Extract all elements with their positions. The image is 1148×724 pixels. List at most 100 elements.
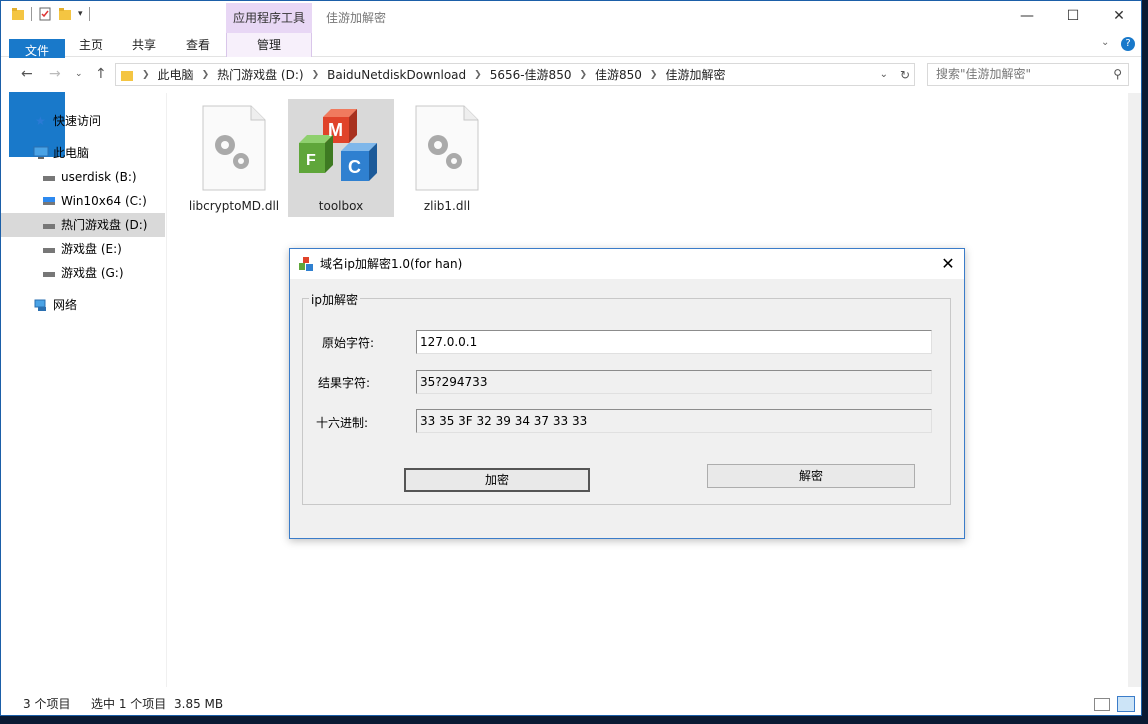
crypto-dialog: 域名ip加解密1.0(for han) ✕ ip加解密 原始字符: 127.0.… xyxy=(289,248,965,539)
ribbon-tabs: 文件 主页 共享 查看 管理 ⌄ ? xyxy=(1,33,1141,157)
address-dropdown-icon[interactable]: ⌄ xyxy=(880,69,888,80)
tab-view[interactable]: 查看 xyxy=(171,33,225,57)
breadcrumb-item[interactable]: 佳游850 xyxy=(595,66,642,83)
hex-field[interactable]: 33 35 3F 32 39 34 37 33 33 xyxy=(416,409,932,433)
chevron-right-icon[interactable]: ❯ xyxy=(474,70,482,80)
crypto-groupbox: ip加解密 原始字符: 127.0.0.1 结果字符: 35?294733 十六… xyxy=(302,291,951,505)
address-bar[interactable]: ❯ 此电脑 ❯ 热门游戏盘 (D:) ❯ BaiduNetdiskDownloa… xyxy=(115,63,915,86)
network-icon xyxy=(34,299,46,311)
ribbon-expand-icon[interactable]: ⌄ xyxy=(1101,37,1109,48)
nav-label: 游戏盘 (E:) xyxy=(61,242,122,256)
nav-drive-d[interactable]: 热门游戏盘 (D:) xyxy=(1,213,165,237)
original-label: 原始字符: xyxy=(322,336,375,350)
file-item[interactable]: zlib1.dll xyxy=(401,99,493,217)
maximize-button[interactable]: ☐ xyxy=(1050,1,1096,33)
new-folder-icon[interactable] xyxy=(58,7,72,21)
large-icons-view-icon[interactable] xyxy=(1117,696,1135,712)
nav-network[interactable]: 网络 xyxy=(1,293,165,317)
windows-drive-icon xyxy=(43,197,55,205)
minimize-button[interactable]: — xyxy=(1004,1,1050,33)
dll-file-icon xyxy=(202,105,266,191)
dialog-title-bar: 域名ip加解密1.0(for han) ✕ xyxy=(290,249,964,279)
properties-icon[interactable] xyxy=(38,7,52,21)
search-input[interactable]: 搜索"佳游加解密" ⚲ xyxy=(927,63,1129,86)
nav-drive-g[interactable]: 游戏盘 (G:) xyxy=(1,261,165,285)
original-input[interactable]: 127.0.0.1 xyxy=(416,330,932,354)
search-icon[interactable]: ⚲ xyxy=(1113,64,1122,85)
selection-size: 3.85 MB xyxy=(174,697,224,711)
drive-icon xyxy=(43,176,55,181)
chevron-right-icon[interactable]: ❯ xyxy=(202,70,210,80)
vertical-scrollbar[interactable] xyxy=(1128,93,1141,687)
nav-label: Win10x64 (C:) xyxy=(61,194,147,208)
folder-icon[interactable] xyxy=(11,7,25,21)
chevron-right-icon[interactable]: ❯ xyxy=(142,70,150,80)
nav-label: 此电脑 xyxy=(53,146,90,160)
dialog-title: 域名ip加解密1.0(for han) xyxy=(320,257,463,271)
divider xyxy=(31,7,32,21)
drive-icon xyxy=(43,272,55,277)
file-item-selected[interactable]: M F C toolbox xyxy=(288,99,394,217)
breadcrumb-item[interactable]: 5656-佳游850 xyxy=(490,66,572,83)
file-name: toolbox xyxy=(318,199,364,213)
nav-drive-b[interactable]: userdisk (B:) xyxy=(1,165,165,189)
breadcrumb-item[interactable]: 佳游加解密 xyxy=(665,66,725,83)
nav-label: 热门游戏盘 (D:) xyxy=(61,218,148,232)
qat-dropdown-icon[interactable]: ▾ xyxy=(78,9,83,19)
search-placeholder: 搜索"佳游加解密" xyxy=(936,67,1032,81)
mfc-app-icon: M F C xyxy=(299,109,377,181)
context-tab-group: 应用程序工具 xyxy=(226,3,312,33)
folder-icon xyxy=(121,70,133,81)
dialog-close-button[interactable]: ✕ xyxy=(932,249,964,279)
result-label: 结果字符: xyxy=(318,376,371,390)
status-bar: 3 个项目 选中 1 个项目 3.85 MB xyxy=(1,691,1141,715)
app-icon xyxy=(299,257,313,271)
quick-access-toolbar: ▾ xyxy=(11,7,90,21)
decrypt-button[interactable]: 解密 xyxy=(707,464,915,488)
help-icon[interactable]: ? xyxy=(1121,37,1135,51)
tab-share[interactable]: 共享 xyxy=(117,33,171,57)
recent-locations-icon[interactable]: ⌄ xyxy=(75,69,83,79)
star-icon: ★ xyxy=(35,114,46,128)
title-bar: ▾ 应用程序工具 佳游加解密 — ☐ ✕ xyxy=(1,1,1141,33)
window-title: 佳游加解密 xyxy=(326,11,387,25)
divider xyxy=(88,7,90,21)
nav-quick-access[interactable]: ★ 快速访问 xyxy=(1,109,165,133)
hex-label: 十六进制: xyxy=(316,416,369,430)
chevron-right-icon[interactable]: ❯ xyxy=(579,70,587,80)
nav-drive-c[interactable]: Win10x64 (C:) xyxy=(1,189,165,213)
nav-drive-e[interactable]: 游戏盘 (E:) xyxy=(1,237,165,261)
chevron-right-icon[interactable]: ❯ xyxy=(650,70,658,80)
tab-manage[interactable]: 管理 xyxy=(226,33,312,57)
encrypt-button[interactable]: 加密 xyxy=(404,468,590,492)
close-button[interactable]: ✕ xyxy=(1096,1,1141,33)
item-count: 3 个项目 xyxy=(23,697,71,711)
nav-label: 快速访问 xyxy=(53,114,102,128)
back-icon[interactable]: ← xyxy=(21,66,33,82)
file-name: zlib1.dll xyxy=(423,199,471,213)
result-field[interactable]: 35?294733 xyxy=(416,370,932,394)
nav-label: 网络 xyxy=(53,298,78,312)
file-item[interactable]: libcryptoMD.dll xyxy=(188,99,280,217)
breadcrumb-item[interactable]: 此电脑 xyxy=(158,66,194,83)
refresh-icon[interactable]: ↻ xyxy=(900,68,910,82)
svg-text:F: F xyxy=(306,152,316,169)
nav-label: 游戏盘 (G:) xyxy=(61,266,124,280)
navigation-bar: ← → ⌄ ↑ ❯ 此电脑 ❯ 热门游戏盘 (D:) ❯ BaiduNetdis… xyxy=(1,58,1141,92)
drive-icon xyxy=(43,224,55,229)
tab-home[interactable]: 主页 xyxy=(65,33,117,57)
drive-icon xyxy=(43,248,55,253)
file-name: libcryptoMD.dll xyxy=(188,199,280,213)
up-icon[interactable]: ↑ xyxy=(95,66,107,82)
chevron-right-icon[interactable]: ❯ xyxy=(312,70,320,80)
svg-text:C: C xyxy=(348,157,361,177)
nav-this-pc[interactable]: 此电脑 xyxy=(1,141,165,165)
svg-text:M: M xyxy=(328,120,343,140)
group-label: ip加解密 xyxy=(309,291,360,308)
breadcrumb-item[interactable]: 热门游戏盘 (D:) xyxy=(217,66,303,83)
nav-label: userdisk (B:) xyxy=(61,170,137,184)
details-view-icon[interactable] xyxy=(1094,698,1110,711)
selection-count: 选中 1 个项目 xyxy=(91,697,167,711)
breadcrumb-item[interactable]: BaiduNetdiskDownload xyxy=(327,68,466,82)
forward-icon[interactable]: → xyxy=(49,66,61,82)
